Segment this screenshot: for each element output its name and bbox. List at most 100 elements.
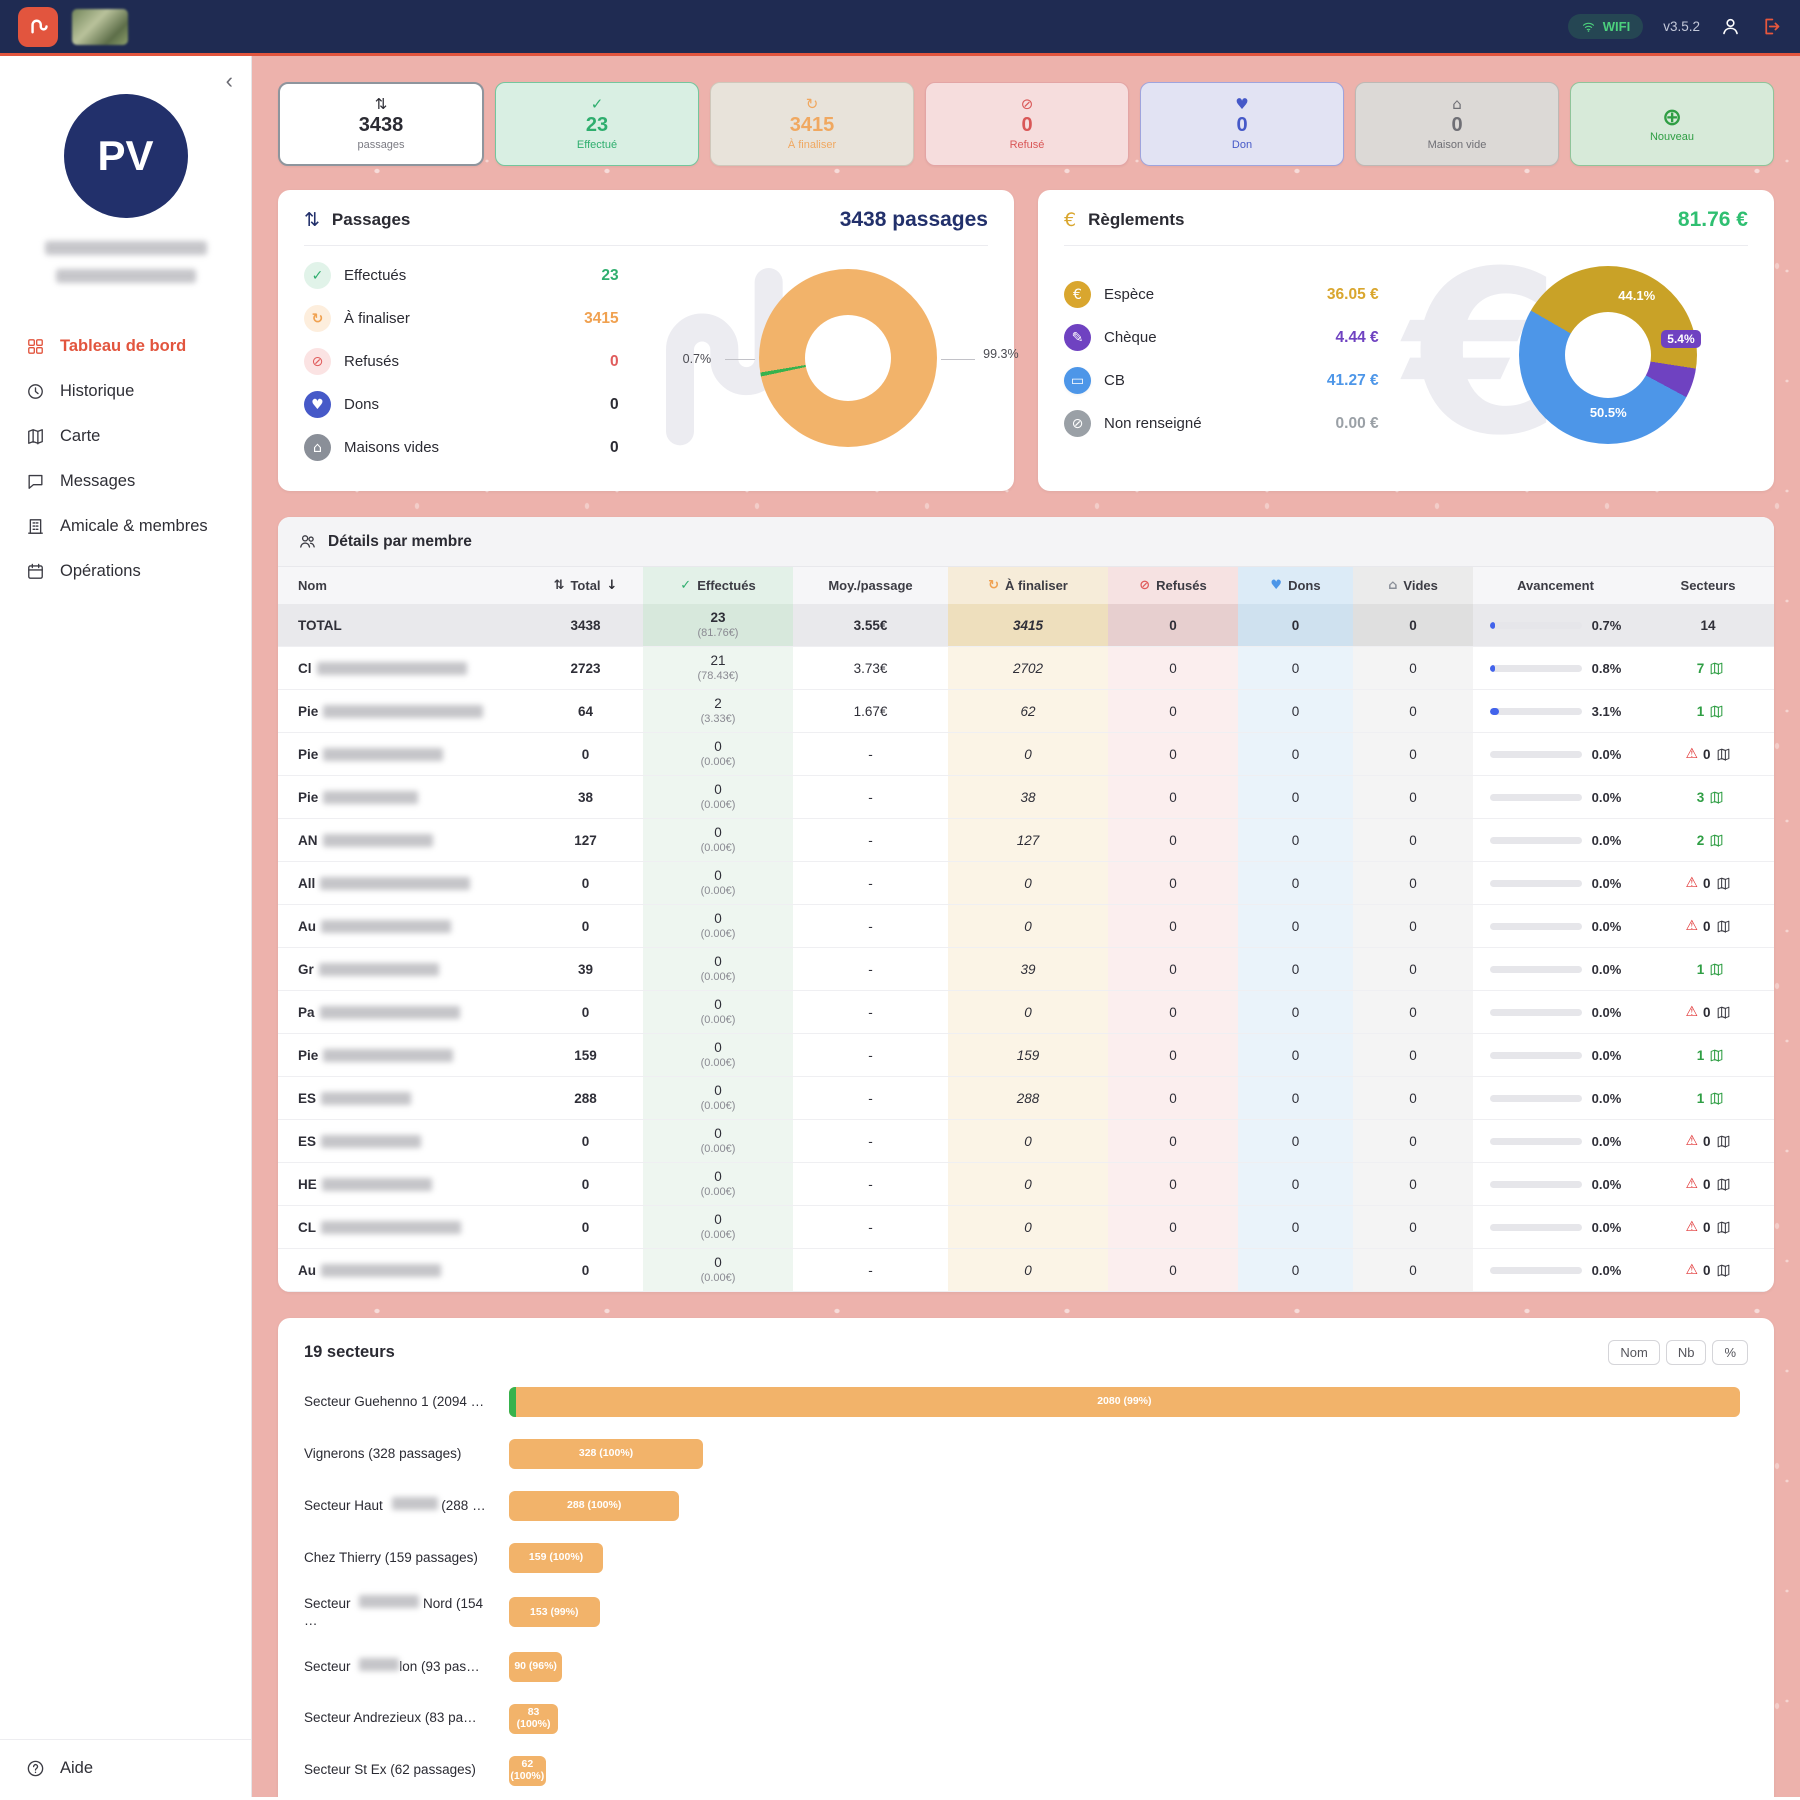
- map-icon: [1716, 876, 1731, 891]
- cell-avancement: 0.0%: [1473, 1163, 1638, 1206]
- members-table-row[interactable]: AN1270(0.00€)-1270000.0%2: [278, 819, 1774, 862]
- sidebar-item-tableau-de-bord[interactable]: Tableau de bord: [0, 324, 251, 369]
- sort-desc-icon[interactable]: ↓: [607, 578, 618, 593]
- members-table-row[interactable]: Au00(0.00€)-00000.0%⚠0: [278, 1249, 1774, 1292]
- don-icon: ♥: [1270, 578, 1282, 593]
- members-table-row[interactable]: ES2880(0.00€)-2880000.0%1: [278, 1077, 1774, 1120]
- column-header-effectues[interactable]: ✓Effectués: [643, 567, 793, 604]
- logout-icon[interactable]: [1761, 16, 1782, 37]
- secteur-label: Secteur lon (93 pas…: [304, 1658, 509, 1676]
- cell-total: 0: [528, 991, 643, 1034]
- members-table-row[interactable]: Gr390(0.00€)-390000.0%1: [278, 948, 1774, 991]
- cell-avancement: 0.0%: [1473, 1077, 1638, 1120]
- column-header-vides[interactable]: ⌂Vides: [1353, 567, 1473, 604]
- column-header-secteurs[interactable]: Secteurs: [1638, 567, 1774, 604]
- member-name-redacted: [323, 834, 433, 847]
- members-table-row[interactable]: Cl272321(78.43€)3.73€27020000.8%7: [278, 647, 1774, 690]
- column-header-refuses[interactable]: ⊘Refusés: [1108, 567, 1238, 604]
- stat-card-passages[interactable]: ⇅3438passages: [278, 82, 484, 166]
- cell-secteurs: ⚠0: [1638, 1249, 1774, 1292]
- members-table-row[interactable]: Pie380(0.00€)-380000.0%3: [278, 776, 1774, 819]
- sidebar-item-historique[interactable]: Historique: [0, 369, 251, 414]
- member-name-redacted: [321, 1264, 441, 1277]
- refresh-icon: ↻: [806, 97, 819, 112]
- progress-bar: [1490, 880, 1582, 887]
- members-table-row[interactable]: ES00(0.00€)-00000.0%⚠0: [278, 1120, 1774, 1163]
- cell-moy-passage: -: [793, 1206, 948, 1249]
- list-item-refuses: ⊘Refusés0: [304, 340, 619, 383]
- list-item-label: CB: [1104, 372, 1125, 389]
- sidebar-item-label: Tableau de bord: [60, 337, 186, 356]
- list-item-value: 36.05 €: [1327, 286, 1379, 304]
- member-name: Pie: [298, 790, 318, 805]
- cell-a-finaliser: 159: [948, 1034, 1108, 1077]
- list-item-value: 0: [610, 396, 619, 414]
- progress-bar: [1490, 1095, 1582, 1102]
- map-icon: [1716, 1220, 1731, 1235]
- list-item-cheque: ✎Chèque4.44 €: [1064, 316, 1379, 359]
- cell-refuses: 0: [1108, 776, 1238, 819]
- warning-icon: ⚠: [1685, 1262, 1698, 1278]
- secteurs-sort--button[interactable]: %: [1712, 1340, 1748, 1365]
- secteurs-count: 0: [1703, 876, 1711, 891]
- column-header-nom[interactable]: Nom: [278, 567, 528, 604]
- column-header-avancement[interactable]: Avancement: [1473, 567, 1638, 604]
- stat-card-maison-vide[interactable]: ⌂0Maison vide: [1355, 82, 1559, 166]
- stat-card-don[interactable]: ♥0Don: [1140, 82, 1344, 166]
- member-name-redacted: [320, 1006, 460, 1019]
- sidebar-item-label: Messages: [60, 472, 135, 491]
- stat-label: Effectué: [577, 139, 617, 151]
- members-table-total-row[interactable]: TOTAL343823(81.76€)3.55€34150000.7%14: [278, 604, 1774, 647]
- stat-card-a-finaliser[interactable]: ↻3415À finaliser: [710, 82, 914, 166]
- secteur-bar: 288 (100%): [509, 1491, 679, 1521]
- cell-a-finaliser: 0: [948, 1206, 1108, 1249]
- cell-vides: 0: [1353, 604, 1473, 647]
- members-table-row[interactable]: Pa00(0.00€)-00000.0%⚠0: [278, 991, 1774, 1034]
- members-table-row[interactable]: Pie1590(0.00€)-1590000.0%1: [278, 1034, 1774, 1077]
- sidebar-item-label: Opérations: [60, 562, 141, 581]
- cell-a-finaliser: 0: [948, 905, 1108, 948]
- members-table-row[interactable]: HE00(0.00€)-00000.0%⚠0: [278, 1163, 1774, 1206]
- euro-icon: €: [1064, 209, 1076, 231]
- stat-card-effectue[interactable]: ✓23Effectué: [495, 82, 699, 166]
- cell-secteurs: 1: [1638, 1077, 1774, 1120]
- members-table-row[interactable]: All00(0.00€)-00000.0%⚠0: [278, 862, 1774, 905]
- sidebar-item-operations[interactable]: Opérations: [0, 549, 251, 594]
- sidebar-collapse-chevron-icon[interactable]: ‹: [226, 70, 233, 92]
- progress-percent: 0.0%: [1592, 962, 1622, 977]
- members-table-row[interactable]: Pie00(0.00€)-00000.0%⚠0: [278, 733, 1774, 776]
- secteur-label: Secteur Andrezieux (83 pa…: [304, 1710, 509, 1727]
- sidebar-item-messages[interactable]: Messages: [0, 459, 251, 504]
- column-header-dons[interactable]: ♥Dons: [1238, 567, 1353, 604]
- column-header-total[interactable]: ⇅Total↓: [528, 567, 643, 604]
- cell-secteurs: 3: [1638, 776, 1774, 819]
- cell-avancement: 0.0%: [1473, 1034, 1638, 1077]
- list-item-label: À finaliser: [344, 310, 410, 327]
- user-account-icon[interactable]: [1720, 16, 1741, 37]
- cell-a-finaliser: 0: [948, 862, 1108, 905]
- stat-card-refuse[interactable]: ⊘0Refusé: [925, 82, 1129, 166]
- column-header-a-finaliser[interactable]: ↻À finaliser: [948, 567, 1108, 604]
- list-item-label: Chèque: [1104, 329, 1157, 346]
- member-name-redacted: [321, 920, 451, 933]
- members-table-row[interactable]: Pie642(3.33€)1.67€620003.1%1: [278, 690, 1774, 733]
- stat-card-nouveau[interactable]: ⊕Nouveau: [1570, 82, 1774, 166]
- secteur-bar: 2080 (99%): [509, 1387, 1740, 1417]
- secteurs-sort-nom-button[interactable]: Nom: [1608, 1340, 1659, 1365]
- secteur-label: Chez Thierry (159 passages): [304, 1550, 509, 1567]
- members-table-row[interactable]: CL00(0.00€)-00000.0%⚠0: [278, 1206, 1774, 1249]
- progress-percent: 0.0%: [1592, 919, 1622, 934]
- secteurs-sort-nb-button[interactable]: Nb: [1666, 1340, 1707, 1365]
- sidebar-item-aide[interactable]: Aide: [26, 1759, 225, 1778]
- warning-icon: ⚠: [1685, 1004, 1698, 1020]
- members-table-row[interactable]: Au00(0.00€)-00000.0%⚠0: [278, 905, 1774, 948]
- map-icon: [1709, 661, 1724, 676]
- progress-percent: 0.0%: [1592, 1177, 1622, 1192]
- column-header-moy-passage[interactable]: Moy./passage: [793, 567, 948, 604]
- app-logo[interactable]: [18, 7, 58, 47]
- cell-vides: 0: [1353, 1034, 1473, 1077]
- sidebar-item-amicale-membres[interactable]: Amicale & membres: [0, 504, 251, 549]
- list-item-label: Maisons vides: [344, 439, 439, 456]
- sidebar-item-carte[interactable]: Carte: [0, 414, 251, 459]
- history-icon: [26, 382, 45, 401]
